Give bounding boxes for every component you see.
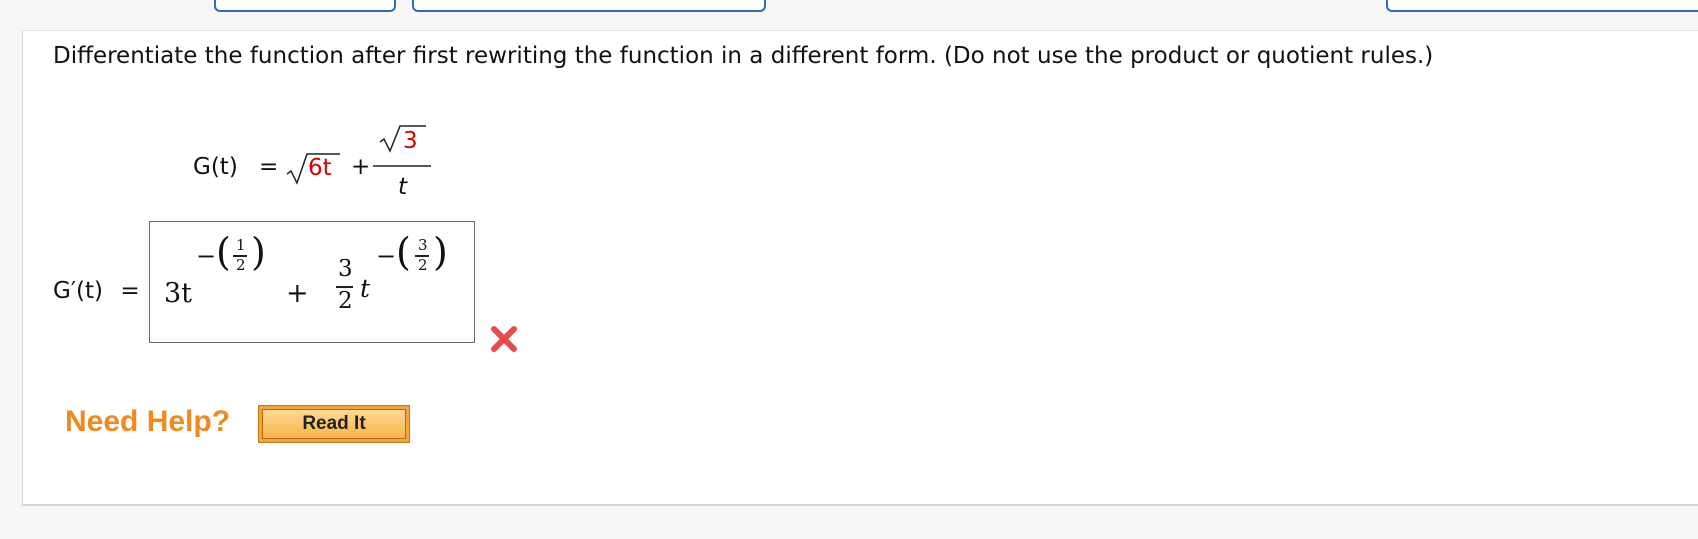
function-radicand-1: 6t: [308, 155, 332, 181]
term2-paren-close: ): [433, 230, 448, 274]
term2-paren-open: (: [396, 230, 411, 274]
term1-exponent-numerator: 1: [236, 236, 246, 254]
term1-exponent-sign: −: [196, 242, 217, 270]
need-help-label: Need Help?: [65, 405, 231, 438]
answer-equals: =: [120, 278, 140, 304]
term2-exponent-numerator: 3: [418, 236, 428, 254]
term2-exponent-denominator: 2: [418, 256, 428, 274]
term1-exponent-denominator: 2: [236, 256, 246, 274]
answer-plus: +: [286, 278, 309, 309]
term2-exponent-sign: −: [376, 242, 397, 270]
toolbar-tab-1[interactable]: [214, 0, 396, 12]
answer-input[interactable]: 3t − ( 1 2 ) + 3 2 t − ( 3 2 ): [149, 221, 475, 343]
term1-coefficient: 3t: [164, 278, 193, 309]
fraction-bar: [373, 165, 431, 167]
answer-label: G′(t): [53, 278, 104, 304]
term2-coefficient-numerator: 3: [338, 256, 353, 282]
top-toolbar: [0, 0, 1698, 30]
toolbar-tab-3[interactable]: [1386, 0, 1698, 12]
question-panel: Differentiate the function after first r…: [22, 30, 1698, 506]
term1-paren-open: (: [216, 230, 231, 274]
term2-variable: t: [360, 274, 371, 303]
read-it-button-label: Read It: [262, 409, 406, 439]
incorrect-x-icon: [491, 326, 517, 352]
read-it-button[interactable]: Read It: [258, 405, 410, 443]
function-lhs: G(t): [193, 154, 238, 180]
toolbar-tab-2[interactable]: [412, 0, 766, 12]
term2-coefficient-denominator: 2: [338, 288, 353, 314]
function-denominator: t: [398, 174, 408, 200]
answer-label-group: G′(t) =: [53, 278, 140, 304]
term1-paren-close: ): [251, 230, 266, 274]
function-equals: =: [259, 154, 279, 180]
question-prompt: Differentiate the function after first r…: [53, 43, 1434, 69]
function-numerator-radicand: 3: [403, 128, 418, 154]
function-plus: +: [351, 154, 371, 180]
